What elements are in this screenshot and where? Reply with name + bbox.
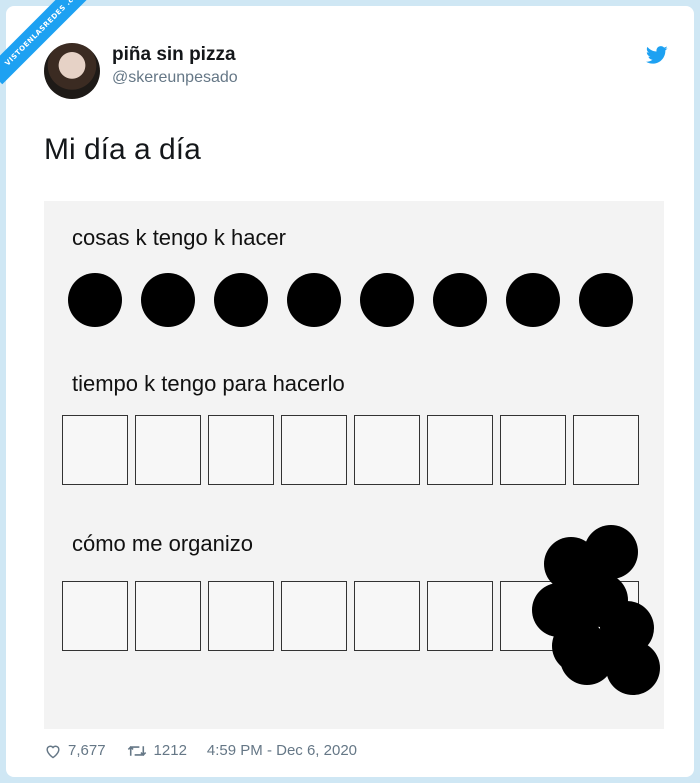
time-box [573,415,639,485]
organize-box [135,581,201,651]
time-box [208,415,274,485]
task-dot [214,273,268,327]
label-organize: cómo me organizo [72,531,253,556]
retweet-count[interactable]: 1212 [154,742,187,759]
user-handle[interactable]: @skereunpesado [112,69,238,87]
time-box [62,415,128,485]
time-box [427,415,493,485]
task-dot [360,273,414,327]
task-dot [579,273,633,327]
task-dot [68,273,122,327]
task-dot [506,273,560,327]
organize-box [281,581,347,651]
organize-box [62,581,128,651]
avatar[interactable] [44,43,100,99]
display-name[interactable]: piña sin pizza [112,44,236,66]
time-box [281,415,347,485]
retweet-icon[interactable] [126,743,148,759]
task-dot [287,273,341,327]
time-box [135,415,201,485]
organize-box [354,581,420,651]
cluster-dot [560,631,614,685]
heart-icon[interactable] [44,743,62,759]
label-tasks: cosas k tengo k hacer [72,225,287,250]
tweet-timestamp[interactable]: 4:59 PM - Dec 6, 2020 [207,742,357,759]
task-dot [141,273,195,327]
label-time: tiempo k tengo para hacerlo [72,371,345,396]
cluster-dot [606,641,660,695]
tweet-text: Mi día a día [44,133,201,166]
meme-image[interactable]: cosas k tengo k hacer tiempo k tengo par… [44,201,664,729]
cluster-dot [584,525,638,579]
tweet-meta: 7,677 1212 4:59 PM - Dec 6, 2020 [44,742,357,759]
like-count[interactable]: 7,677 [68,742,106,759]
time-box [354,415,420,485]
task-dot [433,273,487,327]
time-box [500,415,566,485]
organize-box [427,581,493,651]
twitter-bird-icon[interactable] [644,44,670,66]
tweet-card: piña sin pizza @skereunpesado Mi día a d… [6,6,694,777]
organize-box [208,581,274,651]
